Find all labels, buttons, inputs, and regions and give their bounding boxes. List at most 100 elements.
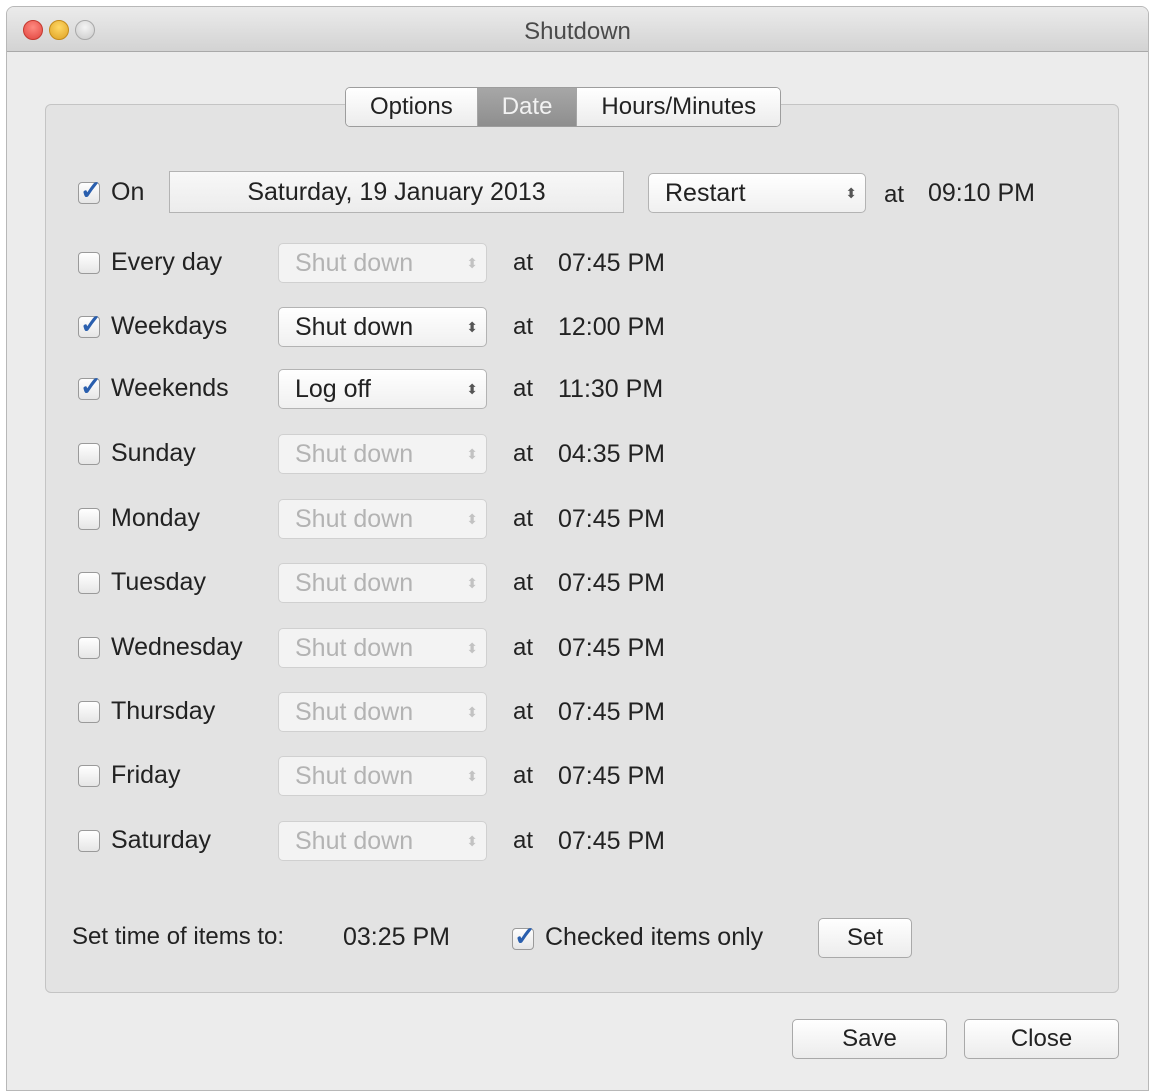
up-down-arrows-icon: ⬍ [466,833,478,849]
schedule-row: Wednesday Shut down ⬍ at 07:45 PM [7,626,1148,670]
weekdays-time-field[interactable]: 12:00 PM [558,313,665,342]
on-checkbox[interactable]: ✓ [78,177,102,204]
every-day-time-field[interactable]: 07:45 PM [558,249,665,278]
up-down-arrows-icon: ⬍ [466,255,478,271]
monday-time-field[interactable]: 07:45 PM [558,505,665,534]
tab-hours-minutes[interactable]: Hours/Minutes [577,88,781,126]
saturday-action-value: Shut down [295,827,414,855]
weekends-action-popup[interactable]: Log off ⬍ [278,369,487,409]
set-button[interactable]: Set [818,918,912,958]
thursday-checkbox[interactable] [78,701,100,723]
tuesday-time-field[interactable]: 07:45 PM [558,569,665,598]
checkmark-icon: ✓ [80,309,102,339]
weekdays-action-popup[interactable]: Shut down ⬍ [278,307,487,347]
monday-label: Monday [111,504,200,532]
sunday-action-popup[interactable]: Shut down ⬍ [278,434,487,474]
friday-at-label: at [513,762,534,789]
shutdown-window: Shutdown Options Date Hours/Minutes ✓ On… [6,6,1149,1091]
checkmark-icon: ✓ [80,175,102,205]
thursday-time-field[interactable]: 07:45 PM [558,698,665,727]
up-down-arrows-icon: ⬍ [466,446,478,462]
thursday-action-value: Shut down [295,698,414,726]
on-action-popup[interactable]: Restart ⬍ [648,173,866,213]
wednesday-at-label: at [513,634,534,661]
tuesday-action-popup[interactable]: Shut down ⬍ [278,563,487,603]
tuesday-at-label: at [513,569,534,596]
checkmark-icon: ✓ [80,371,102,401]
on-action-value: Restart [665,179,746,207]
close-button[interactable]: Close [964,1019,1119,1059]
every-day-at-label: at [513,249,534,276]
thursday-action-popup[interactable]: Shut down ⬍ [278,692,487,732]
on-at-label: at [884,181,905,208]
schedule-row: Thursday Shut down ⬍ at 07:45 PM [7,690,1148,734]
schedule-row: Monday Shut down ⬍ at 07:45 PM [7,497,1148,541]
wednesday-checkbox[interactable] [78,637,100,659]
wednesday-action-value: Shut down [295,634,414,662]
checked-items-only-label: Checked items only [545,923,764,951]
up-down-arrows-icon: ⬍ [466,768,478,784]
tuesday-action-value: Shut down [295,569,414,597]
monday-action-value: Shut down [295,505,414,533]
up-down-arrows-icon: ⬍ [466,704,478,720]
date-field[interactable]: Saturday, 19 January 2013 [169,171,624,213]
monday-checkbox[interactable] [78,508,100,530]
tab-date[interactable]: Date [477,88,578,126]
weekdays-action-value: Shut down [295,313,414,341]
weekends-action-value: Log off [295,375,372,403]
tab-bar: Options Date Hours/Minutes [345,87,782,127]
thursday-label: Thursday [111,697,216,725]
tab-options[interactable]: Options [346,88,478,126]
saturday-action-popup[interactable]: Shut down ⬍ [278,821,487,861]
sunday-checkbox[interactable] [78,443,100,465]
every-day-action-value: Shut down [295,249,414,277]
sunday-action-value: Shut down [295,440,414,468]
up-down-arrows-icon: ⬍ [845,185,857,201]
on-label: On [111,178,145,206]
friday-action-popup[interactable]: Shut down ⬍ [278,756,487,796]
weekends-checkbox[interactable]: ✓ [78,373,102,400]
up-down-arrows-icon: ⬍ [466,640,478,656]
friday-time-field[interactable]: 07:45 PM [558,762,665,791]
saturday-time-field[interactable]: 07:45 PM [558,827,665,856]
tuesday-label: Tuesday [111,568,206,596]
every-day-label: Every day [111,248,223,276]
schedule-row: Sunday Shut down ⬍ at 04:35 PM [7,432,1148,476]
schedule-row: Tuesday Shut down ⬍ at 07:45 PM [7,561,1148,605]
sunday-label: Sunday [111,439,196,467]
friday-action-value: Shut down [295,762,414,790]
up-down-arrows-icon: ⬍ [466,319,478,335]
monday-action-popup[interactable]: Shut down ⬍ [278,499,487,539]
wednesday-time-field[interactable]: 07:45 PM [558,634,665,663]
every-day-checkbox[interactable] [78,252,100,274]
save-button[interactable]: Save [792,1019,947,1059]
up-down-arrows-icon: ⬍ [466,575,478,591]
set-time-label: Set time of items to: [72,923,285,950]
tuesday-checkbox[interactable] [78,572,100,594]
weekdays-label: Weekdays [111,312,228,340]
checked-items-only-checkbox[interactable]: ✓ [512,923,536,950]
title-bar[interactable]: Shutdown [7,7,1148,52]
sunday-at-label: at [513,440,534,467]
schedule-row: ✓ Weekdays Shut down ⬍ at 12:00 PM [7,305,1148,349]
window-title: Shutdown [524,18,631,45]
weekends-label: Weekends [111,374,229,402]
set-time-field[interactable]: 03:25 PM [343,923,450,952]
schedule-row: Every day Shut down ⬍ at 07:45 PM [7,241,1148,285]
up-down-arrows-icon: ⬍ [466,511,478,527]
friday-label: Friday [111,761,181,789]
on-time-field[interactable]: 09:10 PM [928,179,1035,208]
weekends-at-label: at [513,375,534,402]
schedule-row: Friday Shut down ⬍ at 07:45 PM [7,754,1148,798]
schedule-row: Saturday Shut down ⬍ at 07:45 PM [7,819,1148,863]
wednesday-action-popup[interactable]: Shut down ⬍ [278,628,487,668]
schedule-row: ✓ Weekends Log off ⬍ at 11:30 PM [7,367,1148,411]
weekends-time-field[interactable]: 11:30 PM [558,375,663,404]
every-day-action-popup[interactable]: Shut down ⬍ [278,243,487,283]
saturday-label: Saturday [111,826,212,854]
thursday-at-label: at [513,698,534,725]
weekdays-checkbox[interactable]: ✓ [78,311,102,338]
sunday-time-field[interactable]: 04:35 PM [558,440,665,469]
saturday-checkbox[interactable] [78,830,100,852]
friday-checkbox[interactable] [78,765,100,787]
